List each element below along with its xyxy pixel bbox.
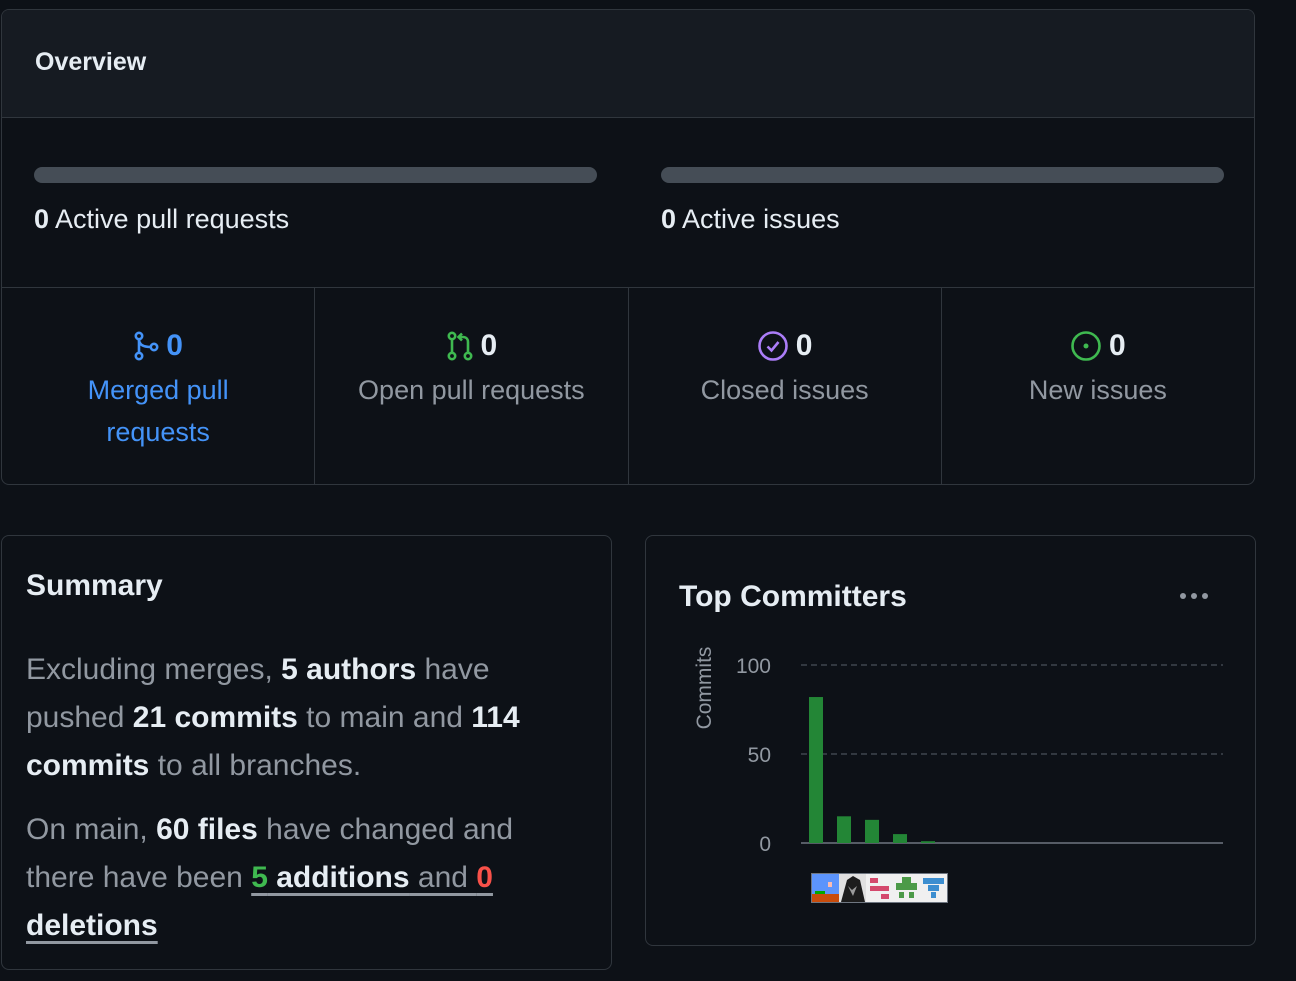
chart-bar-committer-2[interactable] (837, 816, 851, 843)
summary-title: Summary (26, 569, 163, 602)
chart-y-tick-label: 50 (748, 744, 771, 767)
stat-merged-pull-requests[interactable]: 0 Merged pull requests (2, 288, 316, 484)
active-pull-requests-count: 0 (34, 204, 50, 234)
new-issues-label: New issues (1028, 375, 1167, 405)
stat-closed-issues[interactable]: 0 Closed issues (629, 288, 942, 484)
chart-bar-committer-5[interactable] (921, 841, 935, 843)
active-issues-count: 0 (661, 204, 677, 234)
chart-y-axis-label: Commits (693, 647, 716, 730)
merged-pull-requests-label-line1: Merged pull (87, 375, 229, 405)
active-pull-requests-link[interactable]: 0 Active pull requests (34, 204, 597, 235)
additions-count: 5 (251, 861, 268, 894)
issues-progress: 0 Active issues (661, 167, 1224, 235)
files-changed: 60 files (156, 813, 258, 846)
active-pull-requests-label: Active pull requests (55, 204, 290, 234)
git-pull-request-icon (446, 331, 474, 361)
stat-new-issues[interactable]: 0 New issues (942, 288, 1254, 484)
stat-open-pull-requests[interactable]: 0 Open pull requests (315, 288, 629, 484)
top-committers-panel: Top Committers Commits 0 50 100 (645, 535, 1256, 946)
git-merge-icon (133, 331, 159, 361)
summary-panel: Summary Excluding merges, 5 authors have… (1, 535, 612, 970)
active-issues-link[interactable]: 0 Active issues (661, 204, 1224, 235)
issue-opened-icon (1070, 330, 1102, 362)
overview-header: Overview (2, 10, 1254, 118)
new-issues-count: 0 (1109, 329, 1126, 362)
chart-y-tick-label: 0 (759, 833, 771, 856)
merged-pull-requests-count: 0 (166, 329, 183, 362)
summary-text-fragment: to all branches. (149, 749, 362, 782)
additions-word: additions (267, 861, 410, 894)
active-issues-label: Active issues (682, 204, 840, 234)
overview-panel: Overview 0 Active pull requests 0 Active… (1, 9, 1255, 485)
chart-y-tick-label: 100 (736, 655, 771, 678)
closed-issues-label: Closed issues (700, 375, 869, 405)
overview-progress-section: 0 Active pull requests 0 Active issues (2, 118, 1254, 288)
summary-text-fragment: On main, (26, 813, 157, 846)
issues-progress-bar (661, 167, 1224, 183)
committer-avatars (811, 873, 948, 903)
top-committers-chart: Commits 0 50 100 (693, 647, 1223, 856)
summary-text-fragment: Excluding merges, (26, 653, 282, 686)
issue-closed-icon (757, 330, 789, 362)
summary-changes-text: On main, 60 files have changed and there… (26, 806, 587, 950)
pull-requests-progress: 0 Active pull requests (34, 167, 597, 235)
summary-text-fragment: and (409, 861, 477, 894)
open-pull-requests-count: 0 (480, 329, 498, 362)
deletions-count: 0 (476, 861, 493, 894)
chart-bar-committer-3[interactable] (865, 819, 879, 843)
additions-deletions-link[interactable]: 5 additions and 0 (251, 861, 493, 894)
chart-bar-committer-4[interactable] (893, 834, 907, 843)
avatar-1[interactable] (812, 874, 839, 902)
avatar-3[interactable] (866, 874, 893, 902)
avatar-4[interactable] (893, 874, 920, 902)
avatar-2[interactable] (839, 874, 866, 902)
pull-requests-progress-bar (34, 167, 597, 183)
commits-to-main: 21 commits (132, 701, 298, 734)
authors-count: 5 authors (281, 653, 417, 686)
summary-text-fragment: to main and (297, 701, 472, 734)
avatar-5[interactable] (920, 874, 947, 902)
overview-title: Overview (35, 48, 147, 76)
merged-pull-requests-label-line2: requests (106, 417, 210, 447)
open-pull-requests-label: Open pull requests (358, 375, 585, 405)
deletions-word[interactable]: deletions (26, 909, 158, 942)
closed-issues-count: 0 (795, 329, 813, 362)
summary-commits-text: Excluding merges, 5 authors have pushed … (26, 646, 587, 790)
overview-stats: 0 Merged pull requests 0 Open pull reque… (2, 288, 1254, 484)
chart-bar-committer-1[interactable] (809, 697, 823, 843)
